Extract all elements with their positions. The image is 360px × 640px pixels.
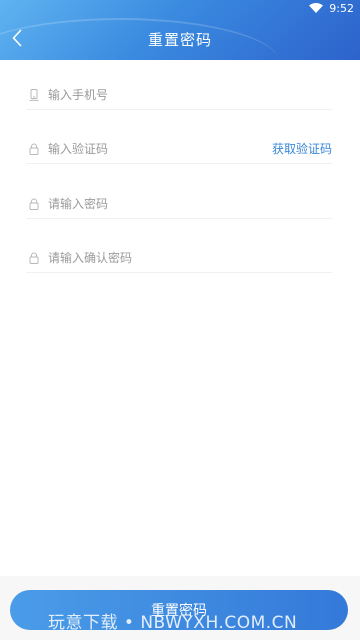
phone-icon: [29, 88, 39, 101]
page-title: 重置密码: [147, 31, 212, 49]
wifi-icon: [309, 3, 324, 13]
confirm-password-field: [26, 243, 332, 273]
reset-password-button[interactable]: 重置密码: [10, 590, 348, 630]
lock-icon: [29, 252, 39, 264]
lock-icon: [29, 198, 39, 210]
phone-field: [26, 80, 332, 110]
status-time: 9:52: [329, 1, 354, 15]
confirm-password-input[interactable]: [48, 250, 332, 265]
phone-input[interactable]: [48, 87, 332, 102]
code-field: 获取验证码: [26, 134, 332, 164]
lock-icon: [29, 143, 39, 155]
get-code-button[interactable]: 获取验证码: [272, 140, 332, 157]
password-input[interactable]: [48, 196, 332, 211]
reset-password-button-label: 重置密码: [151, 603, 207, 619]
password-field: [26, 189, 332, 219]
verification-code-input[interactable]: [48, 141, 272, 156]
status-bar: 9:52: [309, 0, 354, 16]
